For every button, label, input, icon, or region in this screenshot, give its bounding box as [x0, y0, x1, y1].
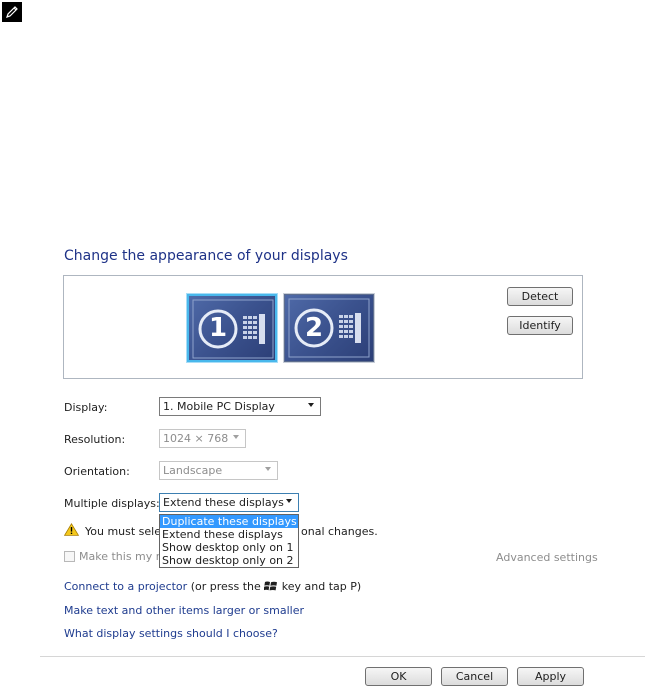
monitor-2-number: 2: [304, 313, 324, 343]
projector-row: Connect to a projector (or press the key…: [64, 580, 361, 593]
text-size-link[interactable]: Make text and other items larger or smal…: [64, 604, 304, 617]
footer-divider: [40, 656, 645, 657]
option-only-1[interactable]: Show desktop only on 1: [160, 541, 298, 554]
monitor-2[interactable]: 2: [284, 294, 374, 362]
cancel-button[interactable]: Cancel: [441, 667, 508, 686]
apply-button[interactable]: Apply: [517, 667, 584, 686]
option-duplicate[interactable]: Duplicate these displays: [160, 515, 298, 528]
detect-button[interactable]: Detect: [507, 287, 573, 306]
warning-icon: [64, 523, 79, 536]
warning-text-end: onal changes.: [301, 525, 378, 538]
orientation-label: Orientation:: [64, 465, 130, 478]
display-select[interactable]: 1. Mobile PC Display: [159, 397, 321, 416]
multiple-displays-select-value: Extend these displays: [163, 496, 284, 509]
chevron-down-icon: [286, 499, 292, 503]
pencil-note-icon: [2, 2, 22, 22]
monitor-1-number: 1: [208, 313, 228, 343]
display-arrangement-panel: 1 2: [63, 275, 583, 379]
ok-button[interactable]: OK: [365, 667, 432, 686]
warning-text: You must selec: [85, 525, 168, 538]
projector-hint-end: key and tap P): [281, 580, 362, 593]
chevron-down-icon: [265, 467, 271, 471]
monitor-1[interactable]: 1: [187, 294, 277, 362]
option-only-2[interactable]: Show desktop only on 2: [160, 554, 298, 567]
make-main-display-checkbox[interactable]: [64, 551, 75, 562]
identify-button[interactable]: Identify: [507, 316, 573, 335]
page-title: Change the appearance of your displays: [64, 248, 348, 264]
resolution-select[interactable]: 1024 × 768: [159, 429, 246, 448]
option-extend[interactable]: Extend these displays: [160, 528, 298, 541]
resolution-label: Resolution:: [64, 433, 126, 446]
projector-hint-start: (or press the: [190, 580, 261, 593]
multiple-displays-select[interactable]: Extend these displays: [159, 493, 299, 512]
display-settings-help-link[interactable]: What display settings should I choose?: [64, 627, 278, 640]
display-select-value: 1. Mobile PC Display: [163, 400, 275, 413]
advanced-settings-link[interactable]: Advanced settings: [496, 551, 598, 564]
display-label: Display:: [64, 401, 108, 414]
orientation-select-value: Landscape: [163, 464, 223, 477]
connect-projector-link[interactable]: Connect to a projector: [64, 580, 187, 593]
resolution-select-value: 1024 × 768: [163, 432, 229, 445]
chevron-down-icon: [308, 403, 314, 407]
make-main-display-label: Make this my m: [79, 550, 167, 563]
orientation-select[interactable]: Landscape: [159, 461, 278, 480]
windows-logo-icon: [263, 581, 278, 591]
multiple-displays-dropdown: Duplicate these displays Extend these di…: [159, 514, 299, 568]
multiple-displays-label: Multiple displays:: [64, 497, 160, 510]
chevron-down-icon: [233, 435, 239, 439]
